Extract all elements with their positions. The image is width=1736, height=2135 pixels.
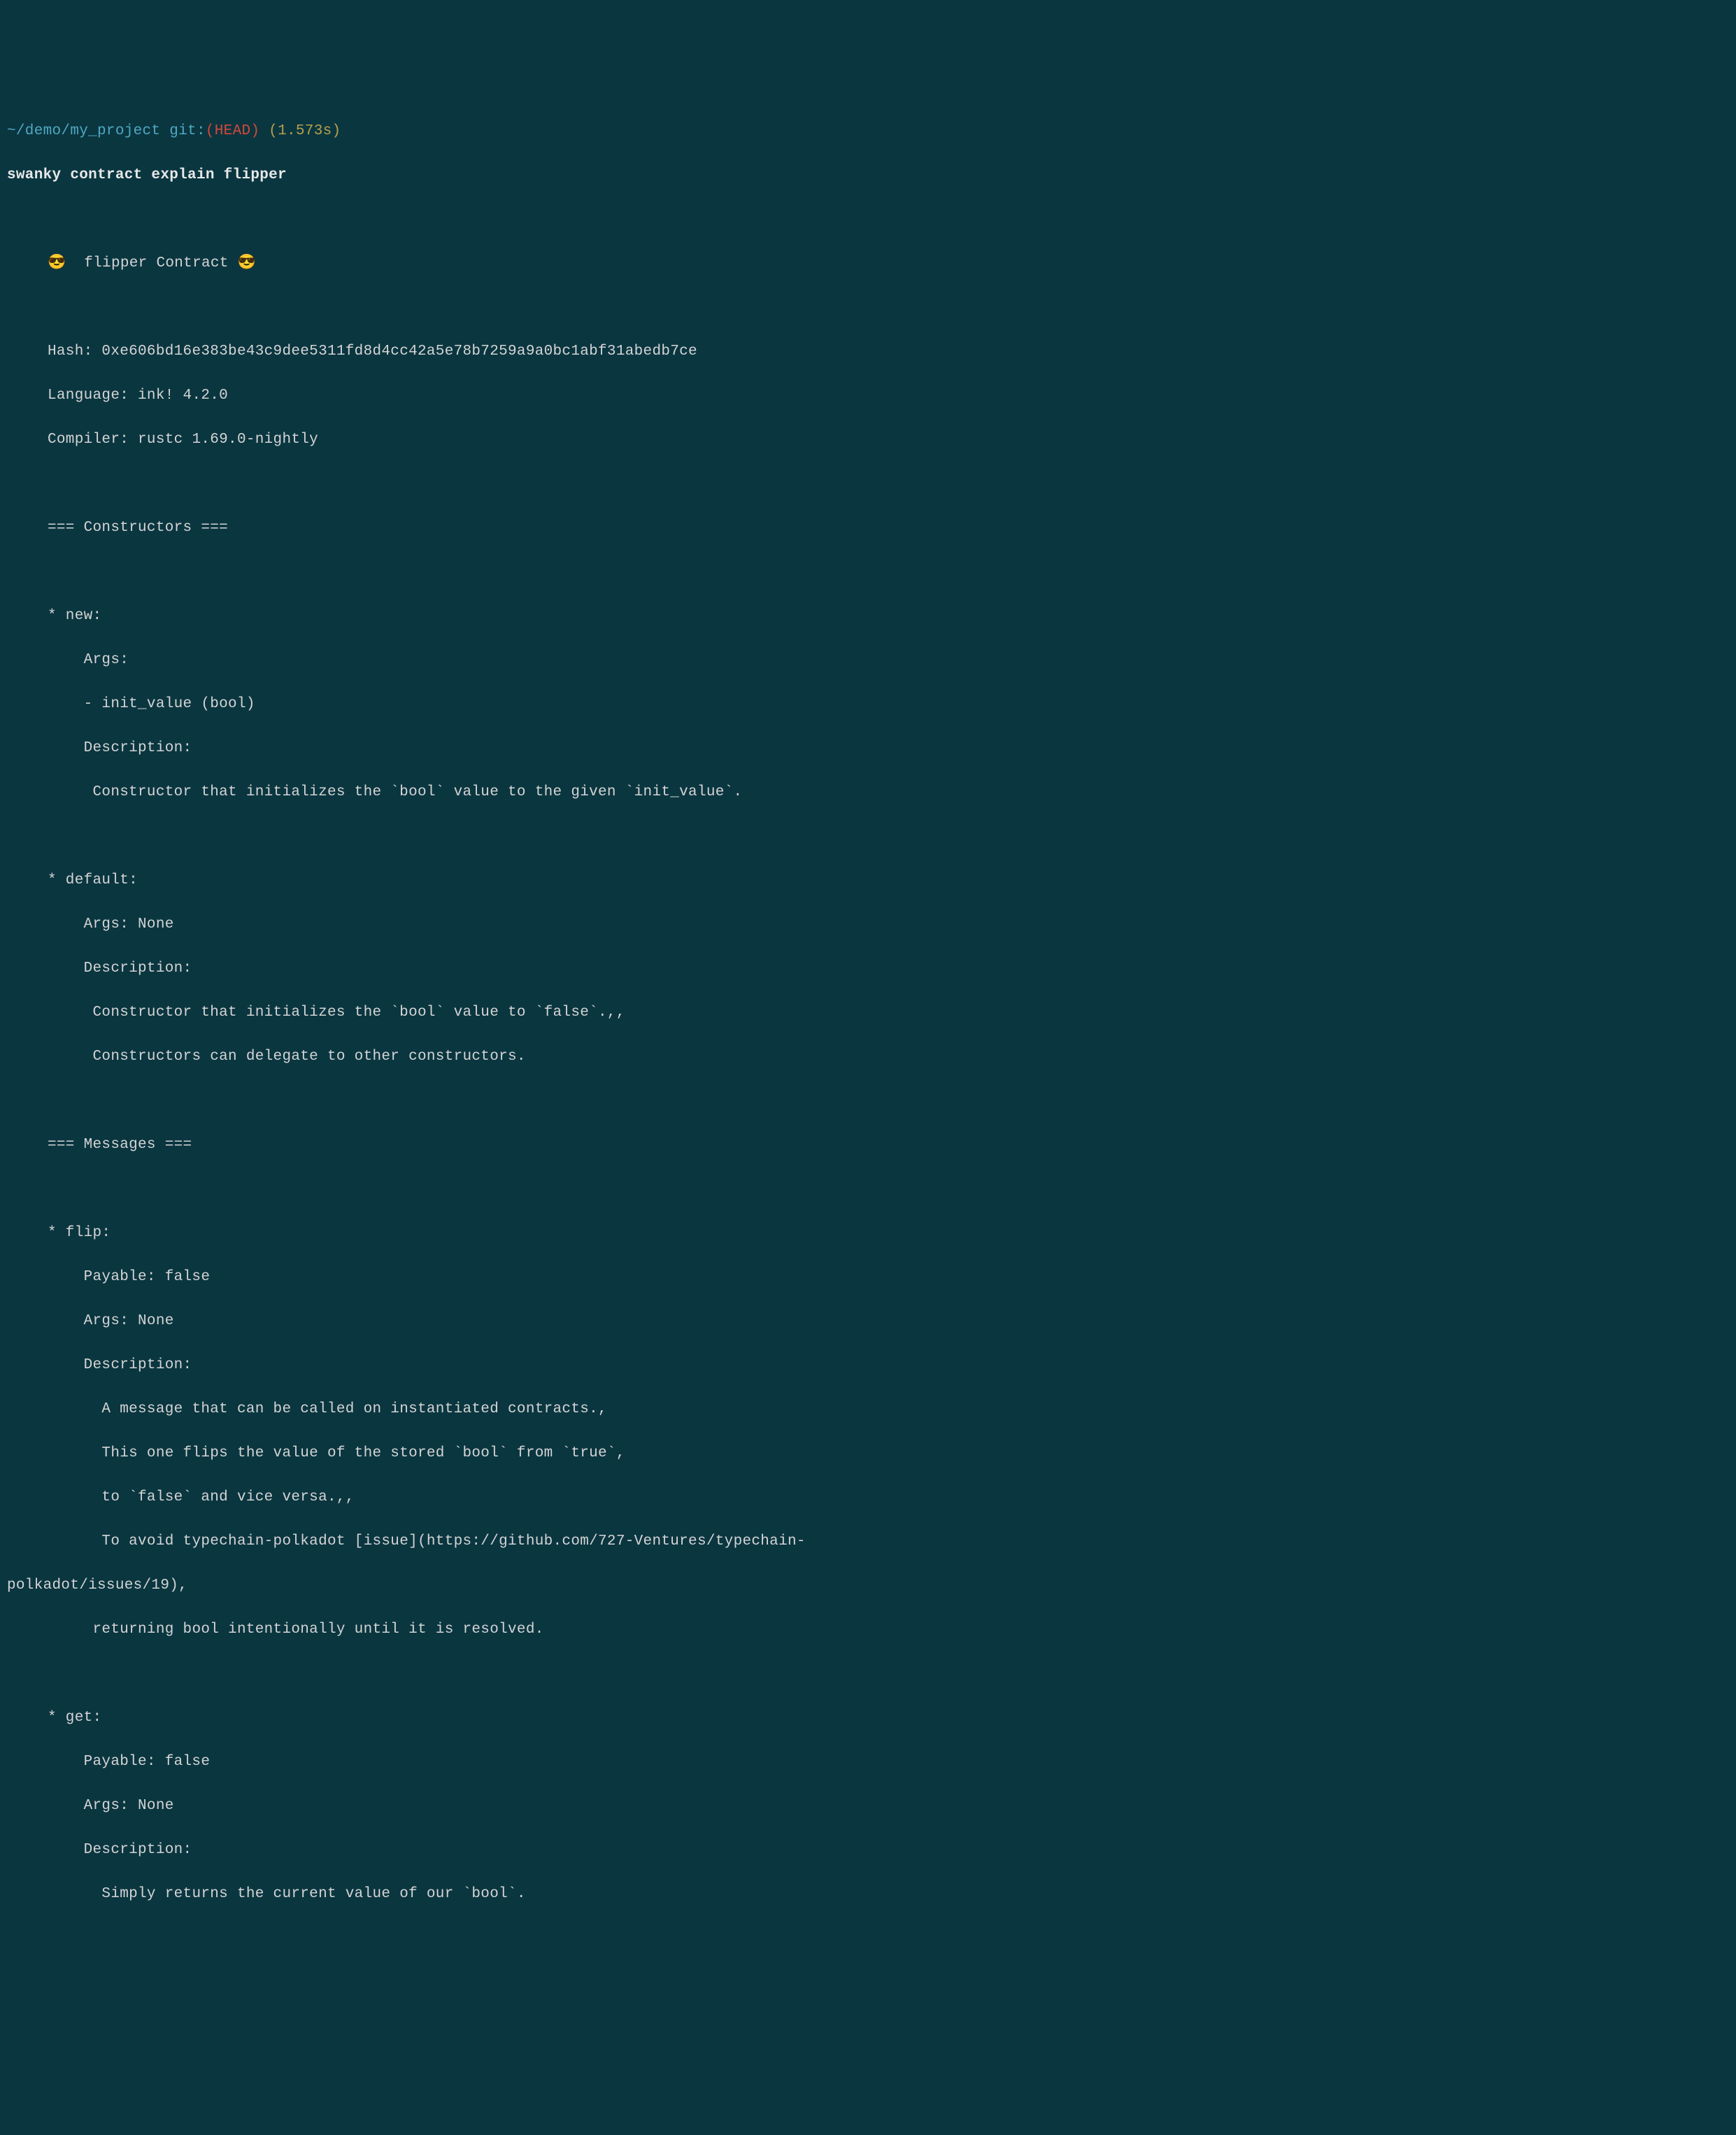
constructor-default-name: * default:: [7, 870, 1729, 892]
message-flip-desc-5: returning bool intentionally until it is…: [7, 1619, 1729, 1641]
blank-line: [7, 297, 1729, 319]
messages-header: === Messages ===: [7, 1134, 1729, 1156]
compiler-value: rustc 1.69.0-nightly: [138, 432, 318, 448]
blank-line: [7, 1090, 1729, 1112]
message-get-name: * get:: [7, 1707, 1729, 1729]
blank-line: [7, 1971, 1729, 1994]
constructor-default-desc-label: Description:: [7, 958, 1729, 980]
constructors-header: === Constructors ===: [7, 517, 1729, 539]
hash-line: Hash: 0xe606bd16e383be43c9dee5311fd8d4cc…: [7, 341, 1729, 363]
prompt-timing: (1.573s): [259, 123, 341, 139]
language-value: ink! 4.2.0: [138, 388, 228, 404]
blank-line: [7, 1663, 1729, 1685]
message-flip-desc-1: A message that can be called on instanti…: [7, 1398, 1729, 1421]
blank-line: [7, 208, 1729, 231]
message-get-desc-label: Description:: [7, 1839, 1729, 1861]
message-flip-desc-3: to `false` and vice versa.,,: [7, 1487, 1729, 1509]
constructor-new-desc-label: Description:: [7, 737, 1729, 760]
message-flip-payable: Payable: false: [7, 1266, 1729, 1289]
git-label: git:: [160, 123, 206, 139]
command-line: swanky contract explain flipper: [7, 164, 1729, 187]
blank-line: [7, 473, 1729, 495]
constructor-new-args-1: - init_value (bool): [7, 693, 1729, 716]
message-get-payable: Payable: false: [7, 1751, 1729, 1773]
compiler-line: Compiler: rustc 1.69.0-nightly: [7, 429, 1729, 451]
message-flip-desc-4b: polkadot/issues/19),: [7, 1575, 1729, 1597]
message-flip-args: Args: None: [7, 1310, 1729, 1333]
message-flip-desc-4a: To avoid typechain-polkadot [issue](http…: [7, 1531, 1729, 1553]
constructor-default-desc-1: Constructor that initializes the `bool` …: [7, 1002, 1729, 1024]
message-flip-name: * flip:: [7, 1222, 1729, 1244]
terminal-output[interactable]: ~/demo/my_project git:(HEAD) (1.573s) sw…: [7, 98, 1729, 2015]
blank-line: [7, 561, 1729, 583]
contract-title: 😎 flipper Contract 😎: [7, 253, 1729, 275]
constructor-new-desc-1: Constructor that initializes the `bool` …: [7, 781, 1729, 804]
message-get-args: Args: None: [7, 1795, 1729, 1817]
constructor-new-args-label: Args:: [7, 649, 1729, 672]
blank-line: [7, 1927, 1729, 1950]
git-branch: (HEAD): [206, 123, 259, 139]
message-flip-desc-label: Description:: [7, 1354, 1729, 1377]
language-line: Language: ink! 4.2.0: [7, 385, 1729, 407]
message-flip-desc-2: This one flips the value of the stored `…: [7, 1442, 1729, 1465]
prompt-path: ~/demo/my_project: [7, 123, 160, 139]
hash-value: 0xe606bd16e383be43c9dee5311fd8d4cc42a5e7…: [101, 343, 697, 360]
blank-line: [7, 1178, 1729, 1200]
constructor-new-name: * new:: [7, 605, 1729, 627]
blank-line: [7, 825, 1729, 848]
prompt-line: ~/demo/my_project git:(HEAD) (1.573s): [7, 120, 1729, 143]
constructor-default-desc-2: Constructors can delegate to other const…: [7, 1046, 1729, 1068]
message-get-desc-1: Simply returns the current value of our …: [7, 1883, 1729, 1906]
compiler-label: Compiler:: [48, 432, 138, 448]
hash-label: Hash:: [48, 343, 101, 360]
language-label: Language:: [48, 388, 138, 404]
constructor-default-args: Args: None: [7, 914, 1729, 936]
